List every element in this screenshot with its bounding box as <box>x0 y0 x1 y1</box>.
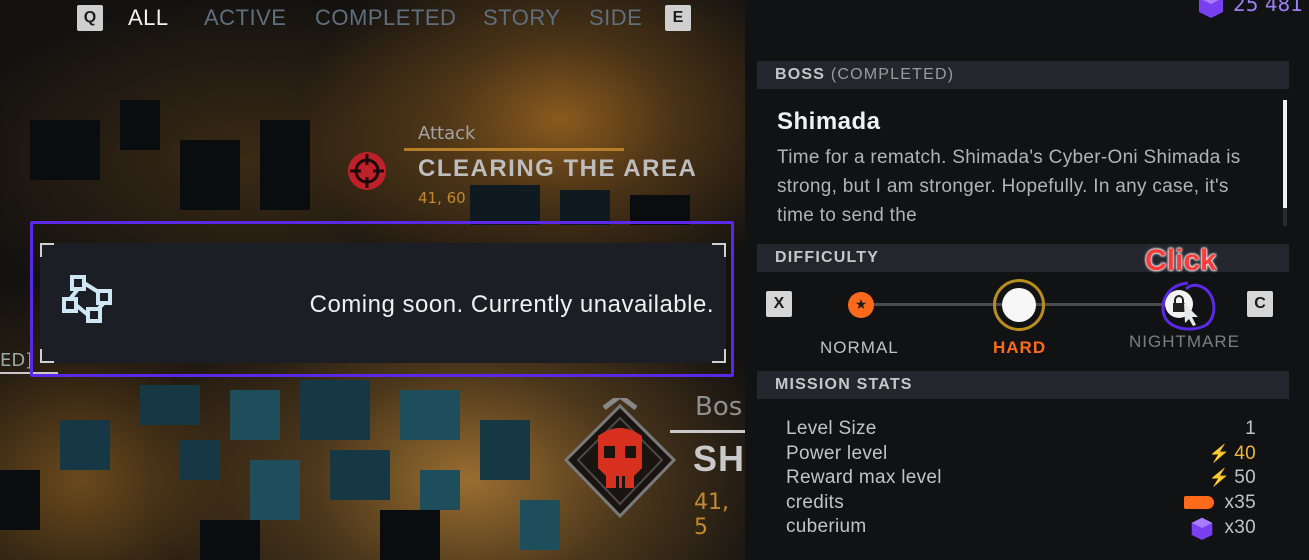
tab-completed[interactable]: COMPLETED <box>315 4 456 32</box>
network-nodes-icon <box>62 275 112 323</box>
map-building <box>400 390 460 440</box>
tooltip-corner <box>40 349 54 363</box>
map-building <box>120 100 160 150</box>
stat-row: Level Size 1 <box>786 418 1256 443</box>
prev-tab-key[interactable]: Q <box>77 5 103 31</box>
tab-all[interactable]: ALL <box>128 4 169 32</box>
stat-row: cuberium x30 <box>786 516 1256 541</box>
bolt-icon: ⚡ <box>1208 468 1231 487</box>
tooltip-corner <box>712 349 726 363</box>
click-annotation: Click <box>1145 244 1217 277</box>
map-building <box>330 450 390 500</box>
currency-value: 25 481 <box>1233 0 1303 16</box>
map-building <box>260 120 310 210</box>
crosshair-icon[interactable] <box>344 148 390 194</box>
star-icon: ★ <box>854 297 868 313</box>
tooltip-message: Coming soon. Currently unavailable. <box>309 291 714 318</box>
boss-marker-type: Bos <box>695 392 743 422</box>
selected-indicator <box>1002 288 1036 322</box>
next-difficulty-key[interactable]: C <box>1247 291 1273 317</box>
difficulty-hard-label: HARD <box>993 338 1047 357</box>
unavailable-tooltip: Coming soon. Currently unavailable. <box>40 243 726 363</box>
map-building <box>300 380 370 440</box>
map-building <box>60 420 110 470</box>
map-building <box>470 185 540 225</box>
stat-label: Power level <box>786 442 888 464</box>
mission-stats-list: Level Size 1 Power level ⚡ 40 Reward max … <box>786 418 1256 541</box>
map-building <box>0 470 40 530</box>
tab-side[interactable]: SIDE <box>589 4 642 32</box>
mission-type-header: BOSS (COMPLETED) <box>757 61 1289 89</box>
boss-marker-coords: 41, 5 <box>694 490 729 540</box>
map-building <box>230 390 280 440</box>
stat-row: credits x35 <box>786 492 1256 517</box>
mission-filter-tabs: Q ALL ACTIVE COMPLETED STORY SIDE E <box>0 0 745 36</box>
offscreen-marker-label: ED] <box>0 350 33 371</box>
boss-marker-divider <box>670 430 745 433</box>
tooltip-corner <box>40 243 54 257</box>
difficulty-normal-node[interactable]: ★ <box>848 292 874 318</box>
stat-value: 1 <box>1245 418 1256 439</box>
map-building <box>560 190 610 225</box>
stat-label: cuberium <box>786 516 867 537</box>
currency-display: 25 481 <box>1197 0 1303 18</box>
credits-icon <box>1184 496 1215 509</box>
difficulty-normal-label: NORMAL <box>820 338 899 357</box>
map-building <box>520 500 560 550</box>
tooltip-corner <box>712 243 726 257</box>
stat-value: 40 <box>1234 442 1256 464</box>
difficulty-hard-node[interactable] <box>993 279 1045 331</box>
mission-title: Shimada <box>777 108 881 135</box>
mission-description: Time for a rematch. Shimada's Cyber-Oni … <box>777 147 1241 226</box>
bolt-icon: ⚡ <box>1208 443 1231 463</box>
stat-label: Level Size <box>786 418 877 439</box>
stat-value: x30 <box>1224 517 1256 538</box>
next-tab-key[interactable]: E <box>665 5 691 31</box>
map-building <box>140 385 200 425</box>
mission-status-label: (COMPLETED) <box>830 66 955 83</box>
stat-value: 50 <box>1234 467 1256 488</box>
mission-details-panel: 25 481 BOSS (COMPLETED) Shimada Time for… <box>745 0 1309 560</box>
attack-marker-divider <box>404 148 624 151</box>
tab-active[interactable]: ACTIVE <box>204 4 286 32</box>
stat-label: Reward max level <box>786 467 942 488</box>
attack-marker-type: Attack <box>418 123 476 144</box>
mission-type-label: BOSS <box>775 66 826 83</box>
attack-marker-title[interactable]: CLEARING THE AREA <box>418 155 697 183</box>
stat-value: x35 <box>1224 491 1256 513</box>
difficulty-nightmare-label: NIGHTMARE <box>1129 332 1240 351</box>
description-scrollbar-thumb[interactable] <box>1283 100 1287 208</box>
cuberium-icon <box>1199 0 1224 18</box>
tab-story[interactable]: STORY <box>483 4 561 32</box>
prev-difficulty-key[interactable]: X <box>766 291 792 317</box>
stat-row: Power level ⚡ 40 <box>786 443 1256 468</box>
stat-label: credits <box>786 491 845 513</box>
skull-icon[interactable] <box>562 398 678 528</box>
attack-marker-coords: 41, 60 <box>418 189 466 207</box>
map-building <box>180 440 220 480</box>
cuberium-icon <box>1192 517 1213 540</box>
mission-stats-header: MISSION STATS <box>757 371 1289 399</box>
stat-row: Reward max level ⚡ 50 <box>786 467 1256 492</box>
boss-marker-title[interactable]: SH <box>693 438 745 480</box>
map-building <box>380 510 440 560</box>
map-building <box>30 120 100 180</box>
map-building <box>420 470 460 510</box>
map-building <box>480 420 530 480</box>
map-building <box>200 520 260 560</box>
map-building <box>250 460 300 520</box>
map-building <box>180 140 240 210</box>
annotation-circle <box>1161 281 1216 331</box>
